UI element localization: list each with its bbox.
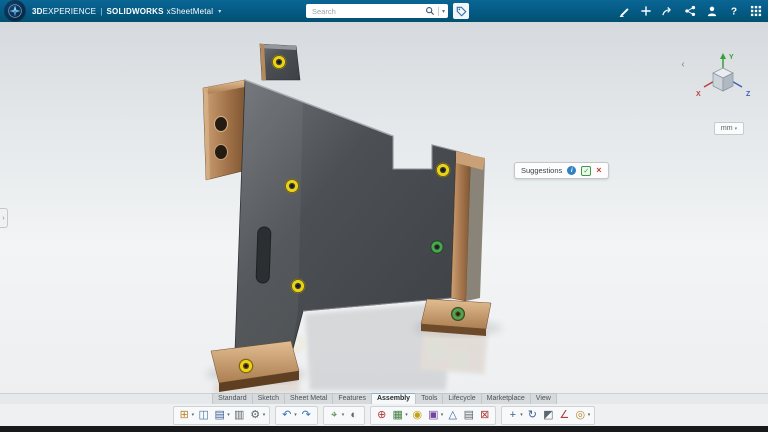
triad-cube-icon[interactable] bbox=[713, 68, 733, 91]
svg-text:?: ? bbox=[730, 7, 736, 17]
compose-icon[interactable] bbox=[617, 5, 630, 18]
exploded-view-icon[interactable]: ◎▾ bbox=[573, 408, 592, 423]
pattern-icon[interactable]: ▦▾ bbox=[390, 408, 409, 423]
left-panel-expander[interactable]: › bbox=[0, 208, 8, 228]
dropdown-caret-icon[interactable]: ▾ bbox=[441, 412, 444, 418]
dropdown-caret-icon[interactable]: ▾ bbox=[405, 412, 408, 418]
close-icon[interactable]: × bbox=[596, 166, 601, 175]
tab-lifecycle[interactable]: Lifecycle bbox=[442, 393, 481, 404]
toolbar-group-edit: ↶▾↷ bbox=[275, 406, 318, 425]
tag-icon bbox=[456, 6, 467, 17]
select-icon[interactable]: ⌖▾ bbox=[327, 408, 346, 423]
bom-icon[interactable]: ▤ bbox=[461, 408, 476, 423]
z-axis-label: Z bbox=[746, 91, 751, 98]
rotate-component-icon[interactable]: ↻ bbox=[525, 408, 540, 423]
interference-icon[interactable]: ⊠ bbox=[477, 408, 492, 423]
viewport-3d[interactable]: › ‹ Y X Z mm ▾ bbox=[0, 22, 768, 393]
toolbar-group-select: ⌖▾◐ bbox=[323, 406, 366, 425]
y-axis-label: Y bbox=[729, 54, 734, 61]
bottom-strip bbox=[0, 426, 768, 432]
undo-icon[interactable]: ↶▾ bbox=[279, 408, 298, 423]
search-options-chevron-icon[interactable]: ▾ bbox=[442, 8, 445, 15]
3dexperience-compass-icon[interactable] bbox=[4, 0, 26, 22]
dropdown-caret-icon[interactable]: ▾ bbox=[227, 412, 230, 418]
model-sheet-metal-bracket[interactable] bbox=[0, 22, 768, 393]
add-icon[interactable] bbox=[639, 5, 652, 18]
topbar-actions: ? bbox=[617, 0, 762, 22]
network-icon[interactable] bbox=[683, 5, 696, 18]
user-icon[interactable] bbox=[705, 5, 718, 18]
help-icon[interactable]: ? bbox=[727, 5, 740, 18]
info-icon[interactable]: i bbox=[567, 166, 576, 175]
chevron-down-icon[interactable]: ▾ bbox=[218, 8, 221, 15]
section-view-icon[interactable]: ◩ bbox=[541, 408, 556, 423]
insert-component-icon[interactable]: ⊞▾ bbox=[177, 408, 196, 423]
ribbon-tabs: StandardSketchSheet MetalFeaturesAssembl… bbox=[0, 393, 768, 404]
redo-icon[interactable]: ↷ bbox=[299, 408, 314, 423]
tab-standard[interactable]: Standard bbox=[212, 393, 252, 404]
search-input[interactable] bbox=[312, 7, 425, 16]
toolbar-group-file: ⊞▾◫▤▾▥⚙▾ bbox=[173, 406, 271, 425]
units-dropdown[interactable]: mm ▾ bbox=[714, 122, 744, 135]
brand-3d: 3D bbox=[32, 7, 43, 16]
chevron-right-icon: › bbox=[2, 215, 4, 222]
brand-module: xSheetMetal bbox=[167, 7, 214, 16]
search-icon[interactable] bbox=[425, 6, 435, 16]
new-assembly-icon[interactable]: ◫ bbox=[196, 408, 211, 423]
move-component-icon[interactable]: +▾ bbox=[505, 408, 524, 423]
measure-icon[interactable]: ∠ bbox=[557, 408, 572, 423]
app-window: 3DEXPERIENCE | SOLIDWORKS xSheetMetal ▾ … bbox=[0, 0, 768, 432]
search-divider bbox=[438, 7, 439, 16]
dropdown-caret-icon[interactable]: ▾ bbox=[263, 412, 266, 418]
tab-tools[interactable]: Tools bbox=[415, 393, 443, 404]
dropdown-caret-icon[interactable]: ▾ bbox=[342, 412, 345, 418]
assembly-feature-icon[interactable]: ▣▾ bbox=[426, 408, 445, 423]
tab-view[interactable]: View bbox=[530, 393, 557, 404]
brand-experience: EXPERIENCE bbox=[43, 7, 97, 16]
brand-app: SOLIDWORKS bbox=[107, 7, 164, 16]
print-icon[interactable]: ▥ bbox=[232, 408, 247, 423]
options-gear-icon[interactable]: ⚙▾ bbox=[248, 408, 267, 423]
right-panel-collapse[interactable]: ‹ bbox=[678, 56, 688, 72]
dropdown-caret-icon[interactable]: ▾ bbox=[520, 412, 523, 418]
tab-features[interactable]: Features bbox=[332, 393, 372, 404]
topbar: 3DEXPERIENCE | SOLIDWORKS xSheetMetal ▾ … bbox=[0, 0, 768, 22]
view-triad[interactable]: Y X Z bbox=[692, 48, 756, 111]
brand-divider: | bbox=[100, 7, 102, 16]
suggestions-label: Suggestions bbox=[521, 166, 562, 175]
dropdown-caret-icon[interactable]: ▾ bbox=[588, 412, 591, 418]
search-box: ▾ bbox=[306, 4, 448, 18]
chevron-left-icon: ‹ bbox=[681, 59, 684, 70]
suggestions-popup: Suggestions i ✓ × bbox=[514, 162, 609, 179]
accept-icon[interactable]: ✓ bbox=[581, 166, 591, 176]
tab-sheet-metal[interactable]: Sheet Metal bbox=[284, 393, 333, 404]
breadcrumb: 3DEXPERIENCE | SOLIDWORKS xSheetMetal ▾ bbox=[32, 0, 222, 22]
toolbar-group-motion: +▾↻◩∠◎▾ bbox=[501, 406, 595, 425]
chevron-down-icon: ▾ bbox=[735, 126, 738, 132]
smart-fastener-icon[interactable]: ◉ bbox=[410, 408, 425, 423]
tab-sketch[interactable]: Sketch bbox=[252, 393, 285, 404]
x-axis-label: X bbox=[696, 91, 701, 98]
share-icon[interactable] bbox=[661, 5, 674, 18]
tab-marketplace[interactable]: Marketplace bbox=[481, 393, 531, 404]
y-axis-arrow-icon bbox=[720, 53, 726, 59]
tab-assembly[interactable]: Assembly bbox=[371, 393, 416, 404]
dropdown-caret-icon[interactable]: ▾ bbox=[294, 412, 297, 418]
toolbar-group-assembly: ⊕▦▾◉▣▾△▤⊠ bbox=[370, 406, 496, 425]
tag-button[interactable] bbox=[453, 3, 469, 19]
apps-grid-icon[interactable] bbox=[749, 5, 762, 18]
save-icon[interactable]: ▤▾ bbox=[212, 408, 231, 423]
units-value: mm bbox=[721, 125, 733, 132]
dropdown-caret-icon[interactable]: ▾ bbox=[192, 412, 195, 418]
view-triad-icon[interactable]: Y X Z bbox=[692, 48, 756, 106]
reference-geometry-icon[interactable]: △ bbox=[445, 408, 460, 423]
hide-show-icon[interactable]: ◐ bbox=[346, 408, 361, 423]
ribbon-toolbar: ⊞▾◫▤▾▥⚙▾↶▾↷⌖▾◐⊕▦▾◉▣▾△▤⊠+▾↻◩∠◎▾ bbox=[0, 404, 768, 426]
mate-icon[interactable]: ⊕ bbox=[374, 408, 389, 423]
